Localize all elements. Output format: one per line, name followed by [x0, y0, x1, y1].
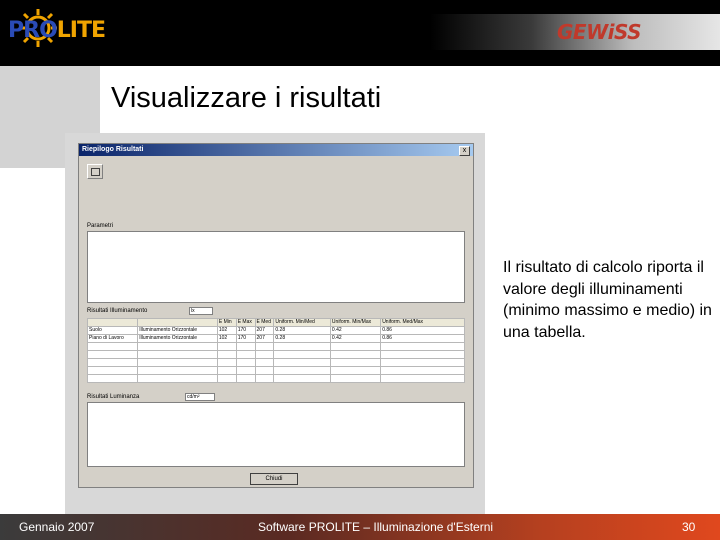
table-header [86, 318, 139, 327]
table-cell: Suolo [86, 326, 139, 335]
table-cell: 102 [216, 326, 237, 335]
footer-date: Gennaio 2007 [19, 520, 95, 534]
table-cell: 207 [254, 326, 275, 335]
footer-bar: Gennaio 2007 Software PROLITE – Illumina… [0, 514, 720, 540]
table-cell: 170 [235, 326, 256, 335]
parametri-panel [87, 231, 465, 303]
group-illuminamento-label: Risultati Illuminamento [87, 308, 148, 314]
table-row [86, 350, 465, 359]
header-band: PROLITE GEWiSS [0, 0, 720, 66]
table-cell: 0.28 [273, 326, 331, 335]
slide-title: Visualizzare i risultati [111, 82, 382, 114]
illuminamento-unit-field: lx [189, 307, 213, 315]
table-header[interactable]: Uniform. Med/Max [380, 318, 465, 327]
table-cell: 0.28 [273, 334, 331, 343]
table-header[interactable]: Uniform. Min/Med [273, 318, 331, 327]
group-luminanza-label: Risultati Luminanza [87, 394, 140, 400]
slide-description: Il risultato di calcolo riporta il valor… [503, 259, 712, 341]
table-cell: 0.86 [380, 334, 465, 343]
table-header [137, 318, 218, 327]
table-header[interactable]: E Min [216, 318, 237, 327]
table-row [86, 358, 465, 367]
table-header-row: E Min E Max E Med Uniform. Min/Med Unifo… [86, 318, 465, 327]
table-row[interactable]: Suolo Illuminamento Orizzontale 102 170 … [86, 326, 465, 335]
luminanza-unit-field: cd/m² [185, 393, 215, 401]
table-row[interactable]: Piano di Lavoro Illuminamento Orizzontal… [86, 334, 465, 343]
window-titlebar[interactable]: Riepilogo Risultati x [79, 144, 473, 156]
table-cell: 207 [254, 334, 275, 343]
window-close-button[interactable]: x [459, 146, 470, 156]
results-window: Riepilogo Risultati x Parametri Risultat… [78, 143, 474, 488]
gewiss-logo: GEWiSS [557, 20, 642, 44]
table-row [86, 342, 465, 351]
close-button[interactable]: Chiudi [250, 473, 298, 485]
table-header[interactable]: Uniform. Min/Max [329, 318, 382, 327]
luminanza-panel [87, 402, 465, 467]
footer-title: Software PROLITE – Illuminazione d'Ester… [258, 520, 494, 534]
table-header[interactable]: E Max [235, 318, 256, 327]
table-header[interactable]: E Med [254, 318, 275, 327]
results-table: E Min E Max E Med Uniform. Min/Med Unifo… [86, 318, 465, 383]
page-number: 30 [682, 520, 696, 534]
print-icon[interactable] [87, 164, 103, 179]
table-cell: 0.86 [380, 326, 465, 335]
window-title: Riepilogo Risultati [82, 146, 144, 153]
table-cell: 0.42 [329, 326, 382, 335]
table-cell: Piano di Lavoro [86, 334, 139, 343]
table-row [86, 374, 465, 383]
table-cell: 0.42 [329, 334, 382, 343]
group-parametri-label: Parametri [87, 223, 114, 229]
table-cell: Illuminamento Orizzontale [137, 334, 218, 343]
prolite-wordmark: PROLITE [8, 18, 106, 43]
table-cell: 102 [216, 334, 237, 343]
prolite-logo: PROLITE [4, 6, 106, 58]
table-cell: Illuminamento Orizzontale [137, 326, 218, 335]
table-cell: 170 [235, 334, 256, 343]
table-row [86, 366, 465, 375]
